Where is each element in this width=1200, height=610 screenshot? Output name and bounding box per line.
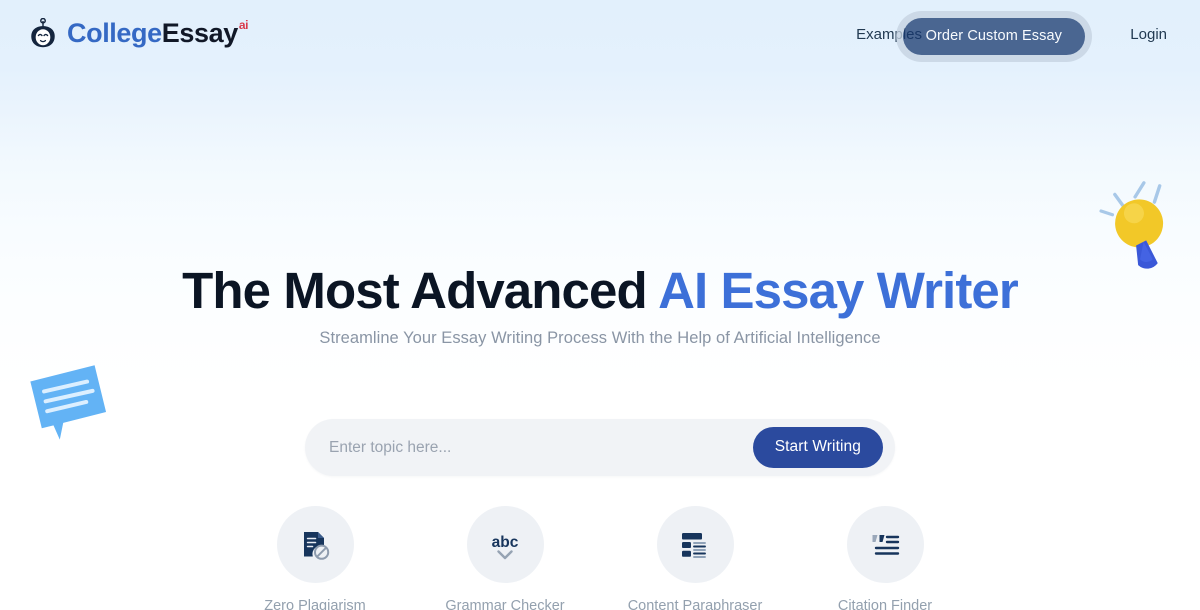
feature-icon-wrap (656, 506, 734, 583)
document-blocked-icon (304, 531, 330, 560)
nav-link-login[interactable]: Login (1130, 26, 1167, 43)
logo-wordmark: CollegeEssayai (67, 15, 249, 56)
logo-text-ai: ai (238, 18, 249, 32)
feature-icon-wrap (276, 506, 354, 583)
page-root: CollegeEssayai Examples Order Custom Ess… (0, 0, 1200, 610)
robot-head-icon (31, 18, 55, 48)
feature-icon-wrap (846, 506, 924, 583)
page-title-highlight: AI Essay Writer (658, 262, 1019, 319)
feature-item-grammar-checker[interactable]: abc Grammar Checker (440, 506, 570, 610)
feature-item-zero-plagiarism[interactable]: Zero Plagiarism (250, 506, 380, 610)
site-header: CollegeEssayai Examples Order Custom Ess… (0, 0, 1200, 68)
feature-item-content-paraphraser[interactable]: Content Paraphraser (627, 506, 763, 610)
topic-search-input[interactable] (305, 419, 753, 476)
site-logo[interactable]: CollegeEssayai (26, 15, 249, 56)
layout-blocks-icon (682, 532, 706, 558)
feature-label: Citation Finder (837, 598, 933, 610)
logo-text-college: College (67, 18, 162, 48)
svg-text:abc: abc (492, 534, 519, 551)
logo-text-essay: Essay (161, 18, 238, 48)
page-title-dark: The Most Advanced (182, 262, 659, 319)
topic-search-bar: Start Writing (305, 419, 895, 476)
feature-list: Zero Plagiarism abc Grammar Checker Cont… (0, 506, 1200, 610)
feature-label: Content Paraphraser (627, 598, 763, 610)
order-custom-essay-button[interactable]: Order Custom Essay (902, 18, 1085, 55)
abc-check-icon: abc (492, 534, 519, 559)
order-custom-essay-halo[interactable]: Order Custom Essay (895, 11, 1092, 62)
feature-label: Grammar Checker (445, 598, 565, 610)
start-writing-button[interactable]: Start Writing (752, 427, 883, 468)
hero-section: The Most Advanced AI Essay Writer Stream… (0, 0, 1200, 610)
feature-icon-wrap: abc (466, 506, 544, 583)
page-subtitle: Streamline Your Essay Writing Process Wi… (319, 329, 881, 347)
quote-lines-icon (872, 534, 900, 555)
page-title: The Most Advanced AI Essay Writer (0, 262, 1200, 320)
feature-item-citation-finder[interactable]: Citation Finder (820, 506, 950, 610)
feature-label: Zero Plagiarism (264, 598, 366, 610)
